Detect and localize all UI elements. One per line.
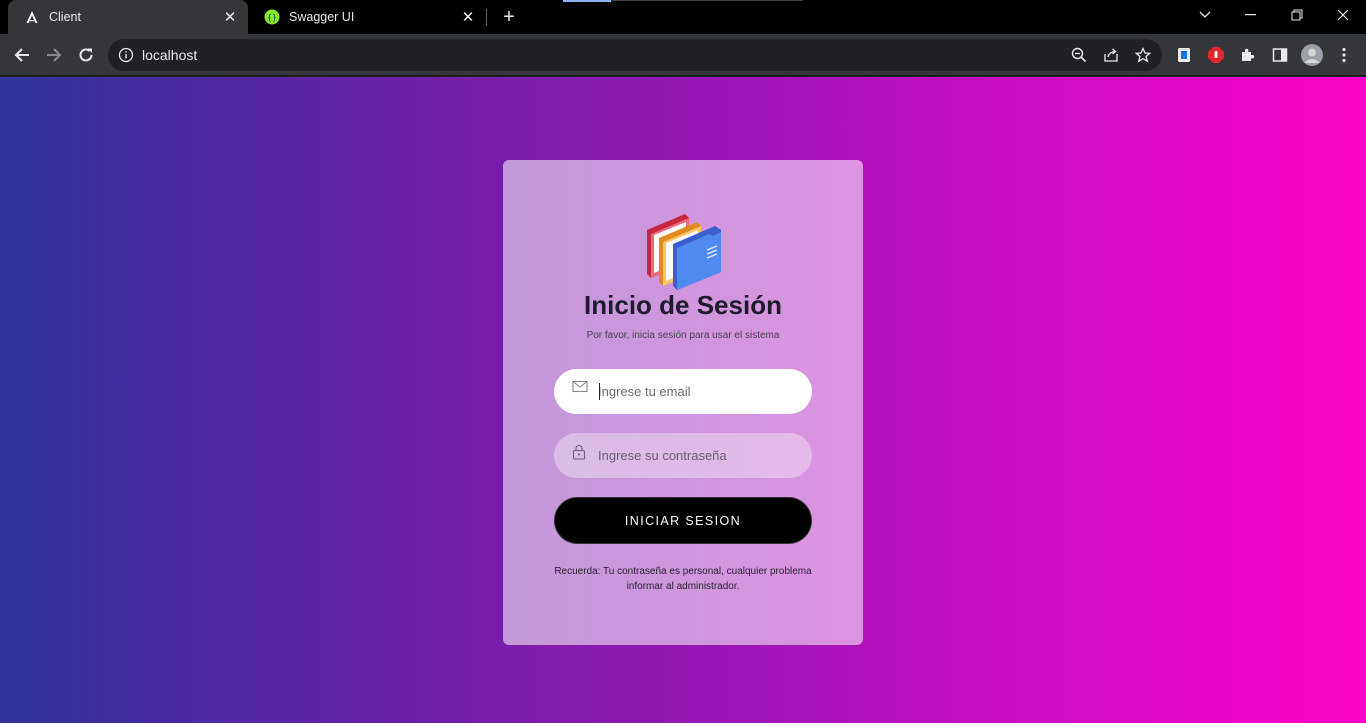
menu-kebab-icon[interactable]: [1334, 45, 1354, 65]
zoom-icon[interactable]: [1070, 46, 1088, 64]
password-field[interactable]: [554, 433, 812, 478]
forward-icon[interactable]: [40, 41, 68, 69]
side-panel-icon[interactable]: [1270, 45, 1290, 65]
extension-blue-icon[interactable]: [1174, 45, 1194, 65]
svg-text:{}: {}: [267, 13, 277, 22]
info-icon[interactable]: [118, 47, 134, 63]
tab-strip: Client ✕ {} Swagger UI ✕ +: [0, 0, 1366, 34]
tab-separator: [486, 9, 487, 26]
tab-title: Swagger UI: [289, 10, 355, 24]
login-card: Inicio de Sesión Por favor, inicia sesió…: [503, 160, 863, 645]
folders-logo-icon: [643, 212, 725, 290]
mail-icon: [572, 380, 588, 396]
url-text: localhost: [142, 47, 198, 63]
reminder-note: Recuerda: Tu contraseña es personal, cua…: [554, 566, 812, 592]
login-subtitle: Por favor, inicia sesión para usar el si…: [586, 330, 780, 341]
tab-client[interactable]: Client ✕: [8, 0, 248, 34]
share-icon[interactable]: [1102, 46, 1120, 64]
tab-swagger[interactable]: {} Swagger UI ✕: [248, 0, 486, 34]
close-window-icon[interactable]: [1320, 0, 1366, 30]
email-input[interactable]: [598, 369, 798, 414]
loading-track: [611, 0, 803, 1]
reload-icon[interactable]: [72, 41, 100, 69]
swagger-icon: {}: [264, 9, 280, 25]
restore-icon[interactable]: [1274, 0, 1320, 30]
close-icon[interactable]: ✕: [222, 9, 238, 26]
angular-icon: [24, 9, 40, 25]
login-button[interactable]: INICIAR SESION: [554, 497, 812, 544]
tab-title: Client: [49, 10, 81, 24]
lock-icon: [572, 444, 588, 460]
email-field[interactable]: [554, 369, 812, 414]
new-tab-button[interactable]: +: [497, 5, 521, 29]
extensions-puzzle-icon[interactable]: [1238, 45, 1258, 65]
login-title: Inicio de Sesión: [584, 290, 782, 320]
loading-indicator: [563, 0, 611, 2]
bookmark-star-icon[interactable]: [1134, 46, 1152, 64]
close-icon[interactable]: ✕: [460, 9, 476, 26]
address-bar[interactable]: localhost: [108, 39, 1162, 71]
back-icon[interactable]: [8, 41, 36, 69]
minimize-icon[interactable]: [1228, 0, 1274, 30]
password-input[interactable]: [598, 433, 798, 478]
tab-search-icon[interactable]: [1182, 0, 1228, 30]
avatar[interactable]: [1301, 44, 1323, 66]
text-cursor: [599, 383, 600, 400]
browser-toolbar: localhost: [0, 34, 1366, 76]
page-background: Inicio de Sesión Por favor, inicia sesió…: [0, 77, 1366, 723]
adblock-icon[interactable]: [1206, 45, 1226, 65]
